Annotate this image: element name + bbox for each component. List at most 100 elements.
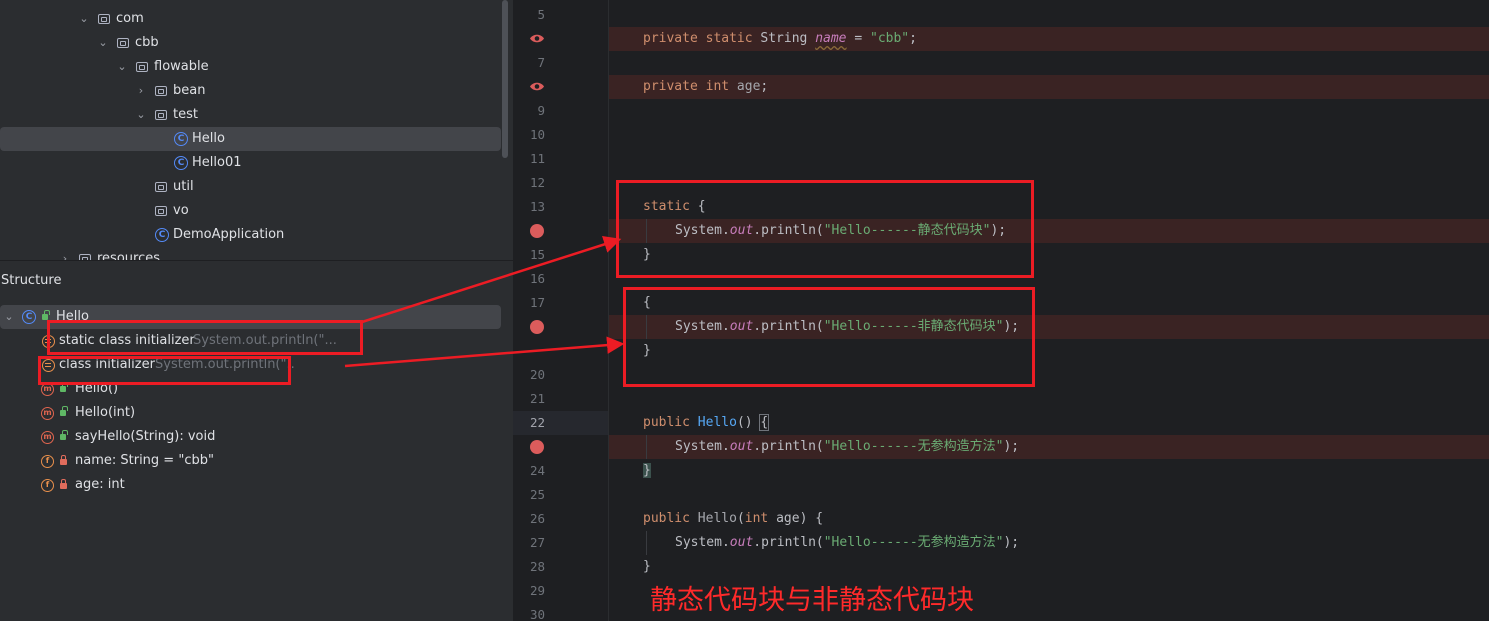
- tree-item-vo[interactable]: vo: [0, 199, 500, 223]
- structure-item-hint: System.out.println("...: [193, 333, 337, 348]
- structure-root-label: Hello: [56, 309, 89, 324]
- annotation-caption: 静态代码块与非静态代码块: [650, 585, 974, 616]
- code-line[interactable]: }: [513, 243, 1489, 267]
- line-number: 16: [529, 271, 545, 286]
- tree-item-label: DemoApplication: [173, 227, 285, 242]
- tree-item-hello[interactable]: C Hello: [0, 127, 501, 151]
- code-line[interactable]: }: [513, 555, 1489, 579]
- indent-guide: [646, 531, 647, 555]
- package-folder-icon: [98, 14, 110, 24]
- code-line[interactable]: System.out.println("Hello------无参构造方法");: [513, 531, 1489, 555]
- private-lock-icon: [60, 455, 67, 465]
- structure-item-name-field[interactable]: f name: String = "cbb": [0, 449, 500, 473]
- code-line[interactable]: private int age;: [513, 75, 1489, 99]
- text-caret: {: [759, 414, 770, 431]
- line-number: 11: [529, 151, 545, 166]
- tree-item-label: bean: [173, 83, 206, 98]
- spring-class-icon: C: [155, 228, 169, 242]
- code-line[interactable]: System.out.println("Hello------非静态代码块");: [513, 315, 1489, 339]
- initializer-icon: [42, 359, 55, 372]
- structure-item-label: class initializer: [59, 357, 155, 372]
- tree-item-label: flowable: [154, 59, 209, 74]
- indent-guide: [646, 435, 647, 459]
- tree-item-label: resources: [97, 251, 161, 260]
- project-tree: ⌄ com ⌄ cbb ⌄ flowable › bean ⌄ test C H…: [0, 0, 513, 260]
- package-folder-icon: [155, 182, 167, 192]
- structure-item-label: static class initializer: [59, 333, 195, 348]
- structure-item-class-initializer[interactable]: class initializer System.out.println("..: [0, 353, 500, 377]
- code-line[interactable]: }: [513, 339, 1489, 363]
- chevron-down-icon[interactable]: ⌄: [4, 305, 14, 329]
- chevron-right-icon[interactable]: ›: [136, 79, 146, 103]
- tree-item-com[interactable]: ⌄ com: [0, 7, 500, 31]
- public-unlock-icon: [60, 406, 68, 416]
- package-folder-icon: [117, 38, 129, 48]
- class-icon: C: [22, 310, 36, 324]
- public-unlock-icon: [60, 430, 68, 440]
- structure-item-static-initializer[interactable]: static class initializer System.out.prin…: [0, 329, 500, 353]
- tree-item-label: util: [173, 179, 194, 194]
- line-number: 25: [529, 487, 545, 502]
- tree-item-flowable[interactable]: ⌄ flowable: [0, 55, 500, 79]
- initializer-icon: [42, 335, 55, 348]
- structure-item-constructor[interactable]: m Hello(): [0, 377, 500, 401]
- line-number: 9: [537, 103, 545, 118]
- chevron-down-icon[interactable]: ⌄: [136, 103, 146, 127]
- structure-title: Structure: [1, 273, 62, 288]
- tree-item-label: test: [173, 107, 198, 122]
- indent-guide: [646, 219, 647, 243]
- line-number: 30: [529, 607, 545, 621]
- structure-item-label: Hello(int): [75, 405, 136, 420]
- method-icon: m: [41, 407, 54, 420]
- project-scrollbar[interactable]: [502, 0, 508, 158]
- chevron-right-icon[interactable]: ›: [60, 247, 70, 260]
- code-line[interactable]: static {: [513, 195, 1489, 219]
- code-editor[interactable]: 5 7 9 10 11 12 13 15 16 17 20 21 22 24 2…: [513, 0, 1489, 621]
- tree-item-test[interactable]: ⌄ test: [0, 103, 500, 127]
- tree-item-util[interactable]: util: [0, 175, 500, 199]
- code-line[interactable]: private static String name = "cbb";: [513, 27, 1489, 51]
- package-folder-icon: [136, 62, 148, 72]
- field-icon: f: [41, 455, 54, 468]
- class-icon: C: [174, 132, 188, 146]
- structure-item-constructor-int[interactable]: m Hello(int): [0, 401, 500, 425]
- method-icon: m: [41, 383, 54, 396]
- indent-guide: [646, 315, 647, 339]
- code-line[interactable]: System.out.println("Hello------静态代码块");: [513, 219, 1489, 243]
- line-number: 12: [529, 175, 545, 190]
- line-number: 5: [537, 7, 545, 22]
- structure-item-label: Hello(): [75, 381, 119, 396]
- chevron-down-icon[interactable]: ⌄: [98, 31, 108, 55]
- tree-item-bean[interactable]: › bean: [0, 79, 500, 103]
- chevron-down-icon[interactable]: ⌄: [117, 55, 127, 79]
- structure-item-label: age: int: [75, 477, 125, 492]
- code-line[interactable]: }: [513, 459, 1489, 483]
- field-icon: f: [41, 479, 54, 492]
- tree-item-resources[interactable]: › resources: [0, 247, 500, 260]
- matched-brace: }: [643, 463, 651, 478]
- structure-root-hello[interactable]: ⌄ C Hello: [0, 305, 501, 329]
- chevron-down-icon[interactable]: ⌄: [79, 7, 89, 31]
- line-number: 10: [529, 127, 545, 142]
- class-icon: C: [174, 156, 188, 170]
- line-number: 20: [529, 367, 545, 382]
- code-line[interactable]: public Hello(int age) {: [513, 507, 1489, 531]
- structure-header: Structure: [0, 260, 513, 304]
- structure-item-label: name: String = "cbb": [75, 453, 214, 468]
- tree-item-demoapplication[interactable]: C DemoApplication: [0, 223, 500, 247]
- public-unlock-icon: [42, 310, 50, 320]
- tree-item-label: cbb: [135, 35, 159, 50]
- structure-item-age-field[interactable]: f age: int: [0, 473, 500, 497]
- structure-item-label: sayHello(String): void: [75, 429, 216, 444]
- code-line-current[interactable]: public Hello() {: [513, 411, 1489, 435]
- line-number: 29: [529, 583, 545, 598]
- tree-item-hello01[interactable]: C Hello01: [0, 151, 500, 175]
- line-number: 7: [537, 55, 545, 70]
- tree-item-cbb[interactable]: ⌄ cbb: [0, 31, 500, 55]
- line-number: 21: [529, 391, 545, 406]
- code-line[interactable]: {: [513, 291, 1489, 315]
- code-line[interactable]: System.out.println("Hello------无参构造方法");: [513, 435, 1489, 459]
- structure-item-sayhello[interactable]: m sayHello(String): void: [0, 425, 500, 449]
- tree-item-label: Hello01: [192, 155, 242, 170]
- tree-item-label: Hello: [192, 131, 225, 146]
